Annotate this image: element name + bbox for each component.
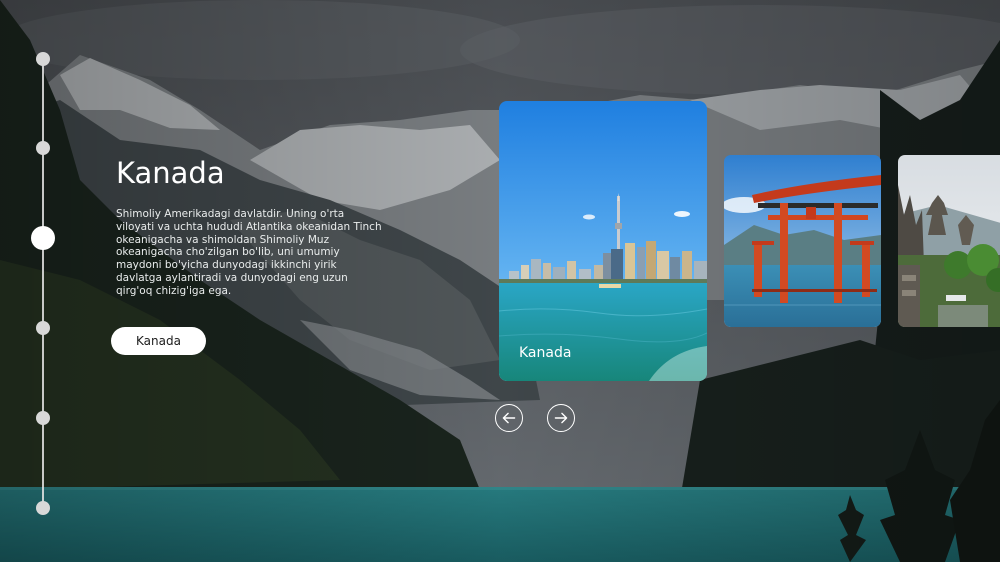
timeline-dot-6[interactable] [36,501,50,515]
torii-gate-image [724,155,881,327]
timeline-track [42,58,44,508]
slide: Kanada Shimoliy Amerikadagi davlatdir. U… [0,0,1000,562]
timeline-dot-5[interactable] [36,411,50,425]
prev-button[interactable] [495,404,523,432]
card-label: Kanada [519,345,572,361]
timeline-dot-2[interactable] [36,141,50,155]
arrow-left-icon [502,412,516,424]
timeline-dot-3-active[interactable] [31,226,55,250]
arrow-right-icon [554,412,568,424]
toronto-skyline-image [499,101,707,381]
temple-image [898,155,1000,327]
card-kanada[interactable]: Kanada [499,101,707,381]
timeline [0,0,90,562]
destination-title: Kanada [116,156,225,190]
destination-description: Shimoliy Amerikadagi davlatdir. Uning o'… [116,208,382,297]
card-torii-gate[interactable] [724,155,881,327]
timeline-dot-4[interactable] [36,321,50,335]
next-button[interactable] [547,404,575,432]
card-temple[interactable] [898,155,1000,327]
destination-button[interactable]: Kanada [111,327,206,355]
timeline-dot-1[interactable] [36,52,50,66]
